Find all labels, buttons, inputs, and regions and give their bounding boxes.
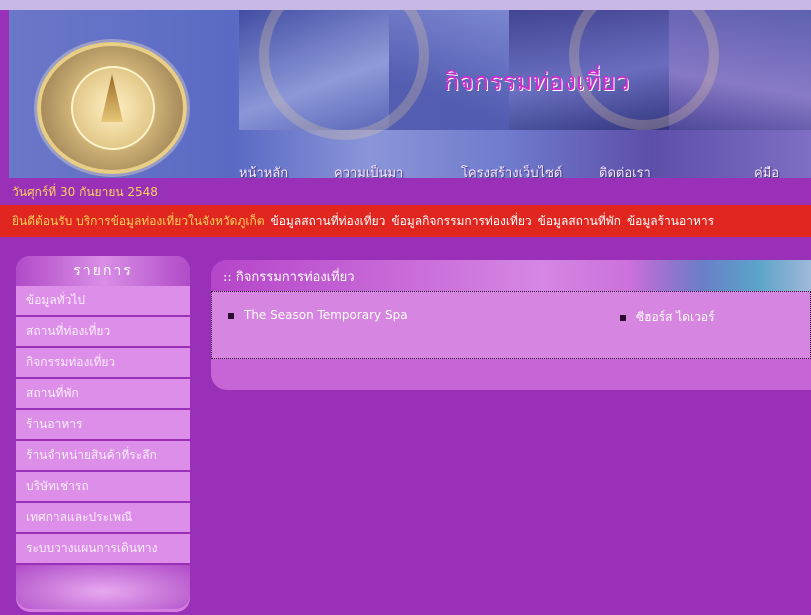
sidebar-item-accommodation[interactable]: สถานที่พัก — [16, 379, 190, 410]
bullet-square-icon — [228, 312, 234, 319]
top-nav: หน้าหลัก ความเป็นมา โครงสร้างเว็บไซต์ ติ… — [9, 162, 811, 178]
nav-contact[interactable]: ติดต่อเรา — [599, 162, 651, 178]
sidebar-item-car-rental[interactable]: บริษัทเช่ารถ — [16, 472, 190, 503]
content-panel: :: กิจกรรมการท่องเที่ยว The Season Tempo… — [211, 260, 811, 390]
welcome-marquee: ยินดีต้อนรับ บริการข้อมูลท่องเที่ยวในจัง… — [0, 205, 811, 237]
marquee-link-activities[interactable]: ข้อมูลกิจกรรมการท่องเที่ยว — [385, 212, 531, 231]
content-title: :: กิจกรรมการท่องเที่ยว — [223, 269, 355, 285]
sidebar-item-trip-planner[interactable]: ระบบวางแผนการเดินทาง — [16, 534, 190, 565]
content-header: :: กิจกรรมการท่องเที่ยว — [211, 260, 811, 292]
list-item[interactable]: The Season Temporary Spa — [228, 308, 408, 322]
list-item-label[interactable]: ซีฮอร์ส ไดเวอร์ — [636, 310, 715, 324]
university-seal-logo — [37, 42, 187, 174]
nav-home[interactable]: หน้าหลัก — [239, 162, 288, 178]
sidebar-header: รายการ — [16, 256, 190, 286]
marquee-link-attractions[interactable]: ข้อมูลสถานที่ท่องเที่ยว — [265, 212, 386, 231]
marquee-link-restaurants[interactable]: ข้อมูลร้านอาหาร — [621, 212, 714, 231]
top-strip — [0, 0, 811, 10]
sidebar-item-festivals[interactable]: เทศกาลและประเพณี — [16, 503, 190, 534]
bullet-square-icon — [620, 314, 626, 321]
sidebar-footer — [16, 565, 190, 609]
sidebar-menu: รายการ ข้อมูลทั่วไป สถานที่ท่องเที่ยว กิ… — [16, 256, 190, 612]
sidebar-item-souvenir-shops[interactable]: ร้านจำหน่ายสินค้าที่ระลึก — [16, 441, 190, 472]
header-photo — [631, 260, 811, 292]
activity-list: The Season Temporary Spa ซีฮอร์ส ไดเวอร์ — [211, 291, 811, 359]
nav-site-structure[interactable]: โครงสร้างเว็บไซต์ — [461, 162, 562, 178]
sidebar-item-restaurants[interactable]: ร้านอาหาร — [16, 410, 190, 441]
sidebar-item-attractions[interactable]: สถานที่ท่องเที่ยว — [16, 317, 190, 348]
marquee-link-accommodation[interactable]: ข้อมูลสถานที่พัก — [532, 212, 621, 231]
list-item-label[interactable]: The Season Temporary Spa — [244, 308, 408, 322]
current-date: วันศุกร์ที่ 30 กันยายน 2548 — [12, 185, 158, 199]
header-banner: กิจกรรมท่องเที่ยว หน้าหลัก ความเป็นมา โค… — [9, 10, 811, 178]
sidebar-item-general-info[interactable]: ข้อมูลทั่วไป — [16, 286, 190, 317]
sidebar-item-activities[interactable]: กิจกรรมท่องเที่ยว — [16, 348, 190, 379]
nav-manual[interactable]: คู่มือ — [754, 162, 779, 178]
banner-title: กิจกรรมท่องเที่ยว — [444, 67, 630, 96]
list-item[interactable]: ซีฮอร์ส ไดเวอร์ — [620, 308, 715, 327]
welcome-text: ยินดีต้อนรับ บริการข้อมูลท่องเที่ยวในจัง… — [12, 213, 265, 228]
nav-history[interactable]: ความเป็นมา — [334, 162, 403, 178]
sidebar-title: รายการ — [73, 263, 133, 279]
